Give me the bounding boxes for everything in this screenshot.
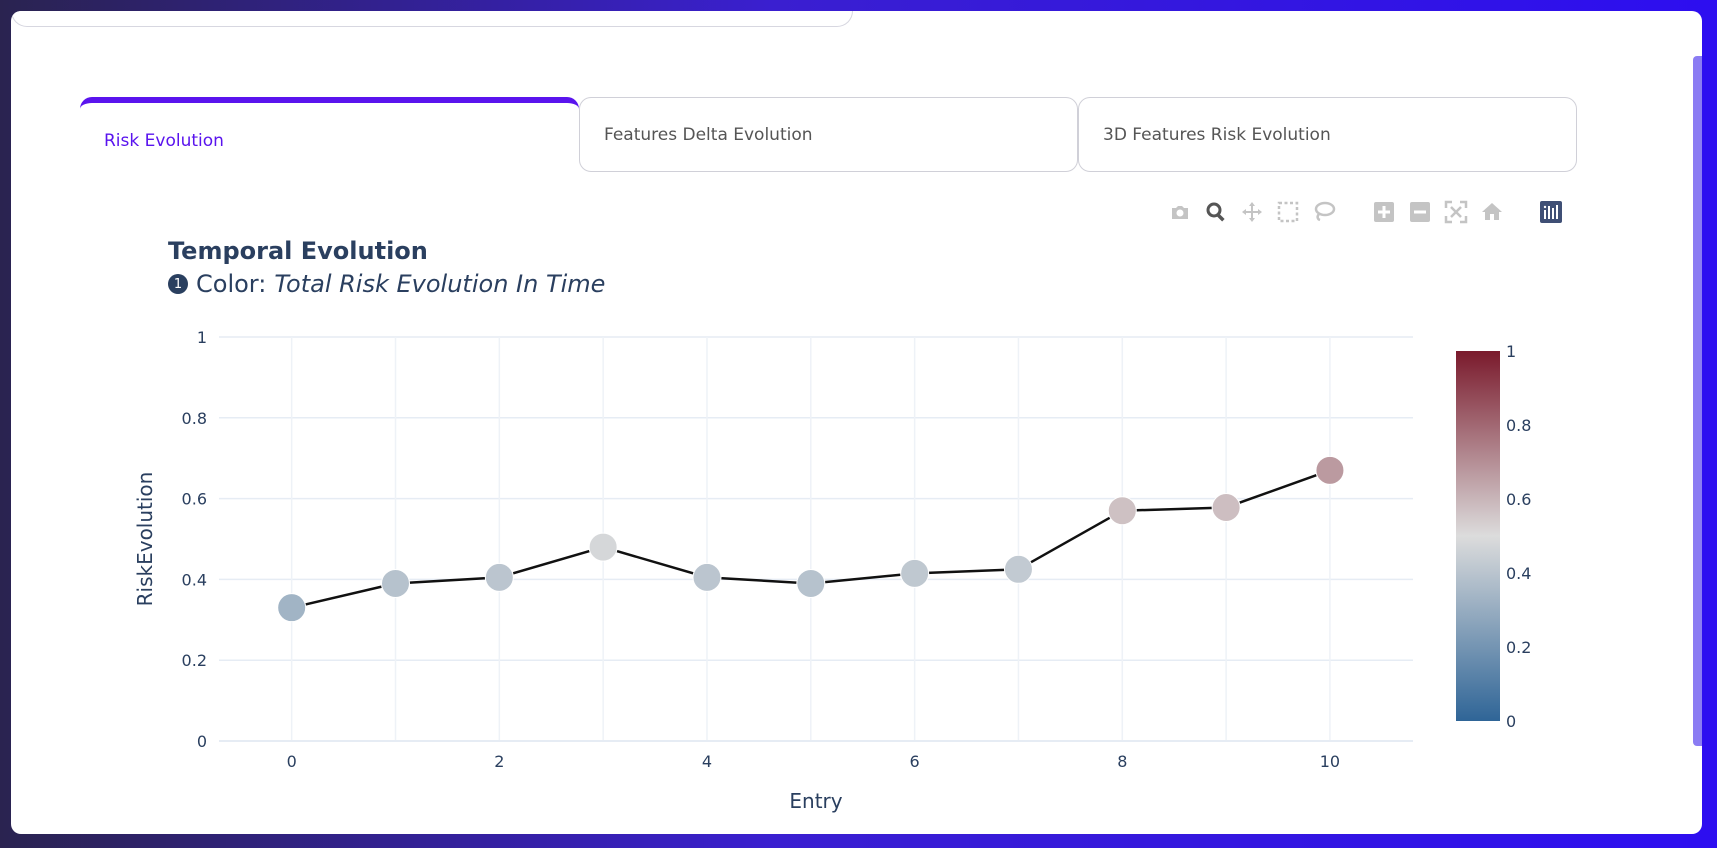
colorbar [1456, 351, 1500, 721]
colorbar-tick-label: 0.8 [1506, 416, 1531, 435]
data-point[interactable] [1003, 554, 1033, 584]
x-tick-label: 2 [494, 752, 504, 771]
x-axis-title: Entry [789, 789, 842, 813]
x-tick-label: 10 [1320, 752, 1340, 771]
y-tick-label: 1 [197, 328, 207, 347]
data-point[interactable] [1211, 492, 1241, 522]
main-card: Risk Evolution Features Delta Evolution … [11, 11, 1702, 834]
colorbar-tick-label: 0.4 [1506, 564, 1531, 583]
data-point[interactable] [692, 562, 722, 592]
data-point[interactable] [484, 562, 514, 592]
y-tick-label: 0.6 [182, 490, 207, 509]
x-tick-label: 8 [1117, 752, 1127, 771]
data-point[interactable] [1107, 496, 1137, 526]
y-tick-label: 0.8 [182, 409, 207, 428]
colorbar-tick-label: 0.6 [1506, 490, 1531, 509]
risk-evolution-chart[interactable]: 00.20.40.60.810 2 4 6 8 10EntryRiskEvolution0… [11, 11, 1702, 834]
colorbar-tick-label: 0.2 [1506, 638, 1531, 657]
y-tick-label: 0.4 [182, 570, 207, 589]
colorbar-tick-label: 1 [1506, 342, 1516, 361]
x-tick-label: 4 [702, 752, 712, 771]
data-point[interactable] [277, 593, 307, 623]
data-point[interactable] [900, 558, 930, 588]
data-point[interactable] [588, 532, 618, 562]
y-axis-title: RiskEvolution [133, 472, 157, 607]
data-point[interactable] [381, 568, 411, 598]
x-tick-label: 0 [287, 752, 297, 771]
data-point[interactable] [796, 568, 826, 598]
y-tick-label: 0 [197, 732, 207, 751]
colorbar-tick-label: 0 [1506, 712, 1516, 731]
x-tick-label: 6 [910, 752, 920, 771]
data-point[interactable] [1315, 455, 1345, 485]
y-tick-label: 0.2 [182, 651, 207, 670]
